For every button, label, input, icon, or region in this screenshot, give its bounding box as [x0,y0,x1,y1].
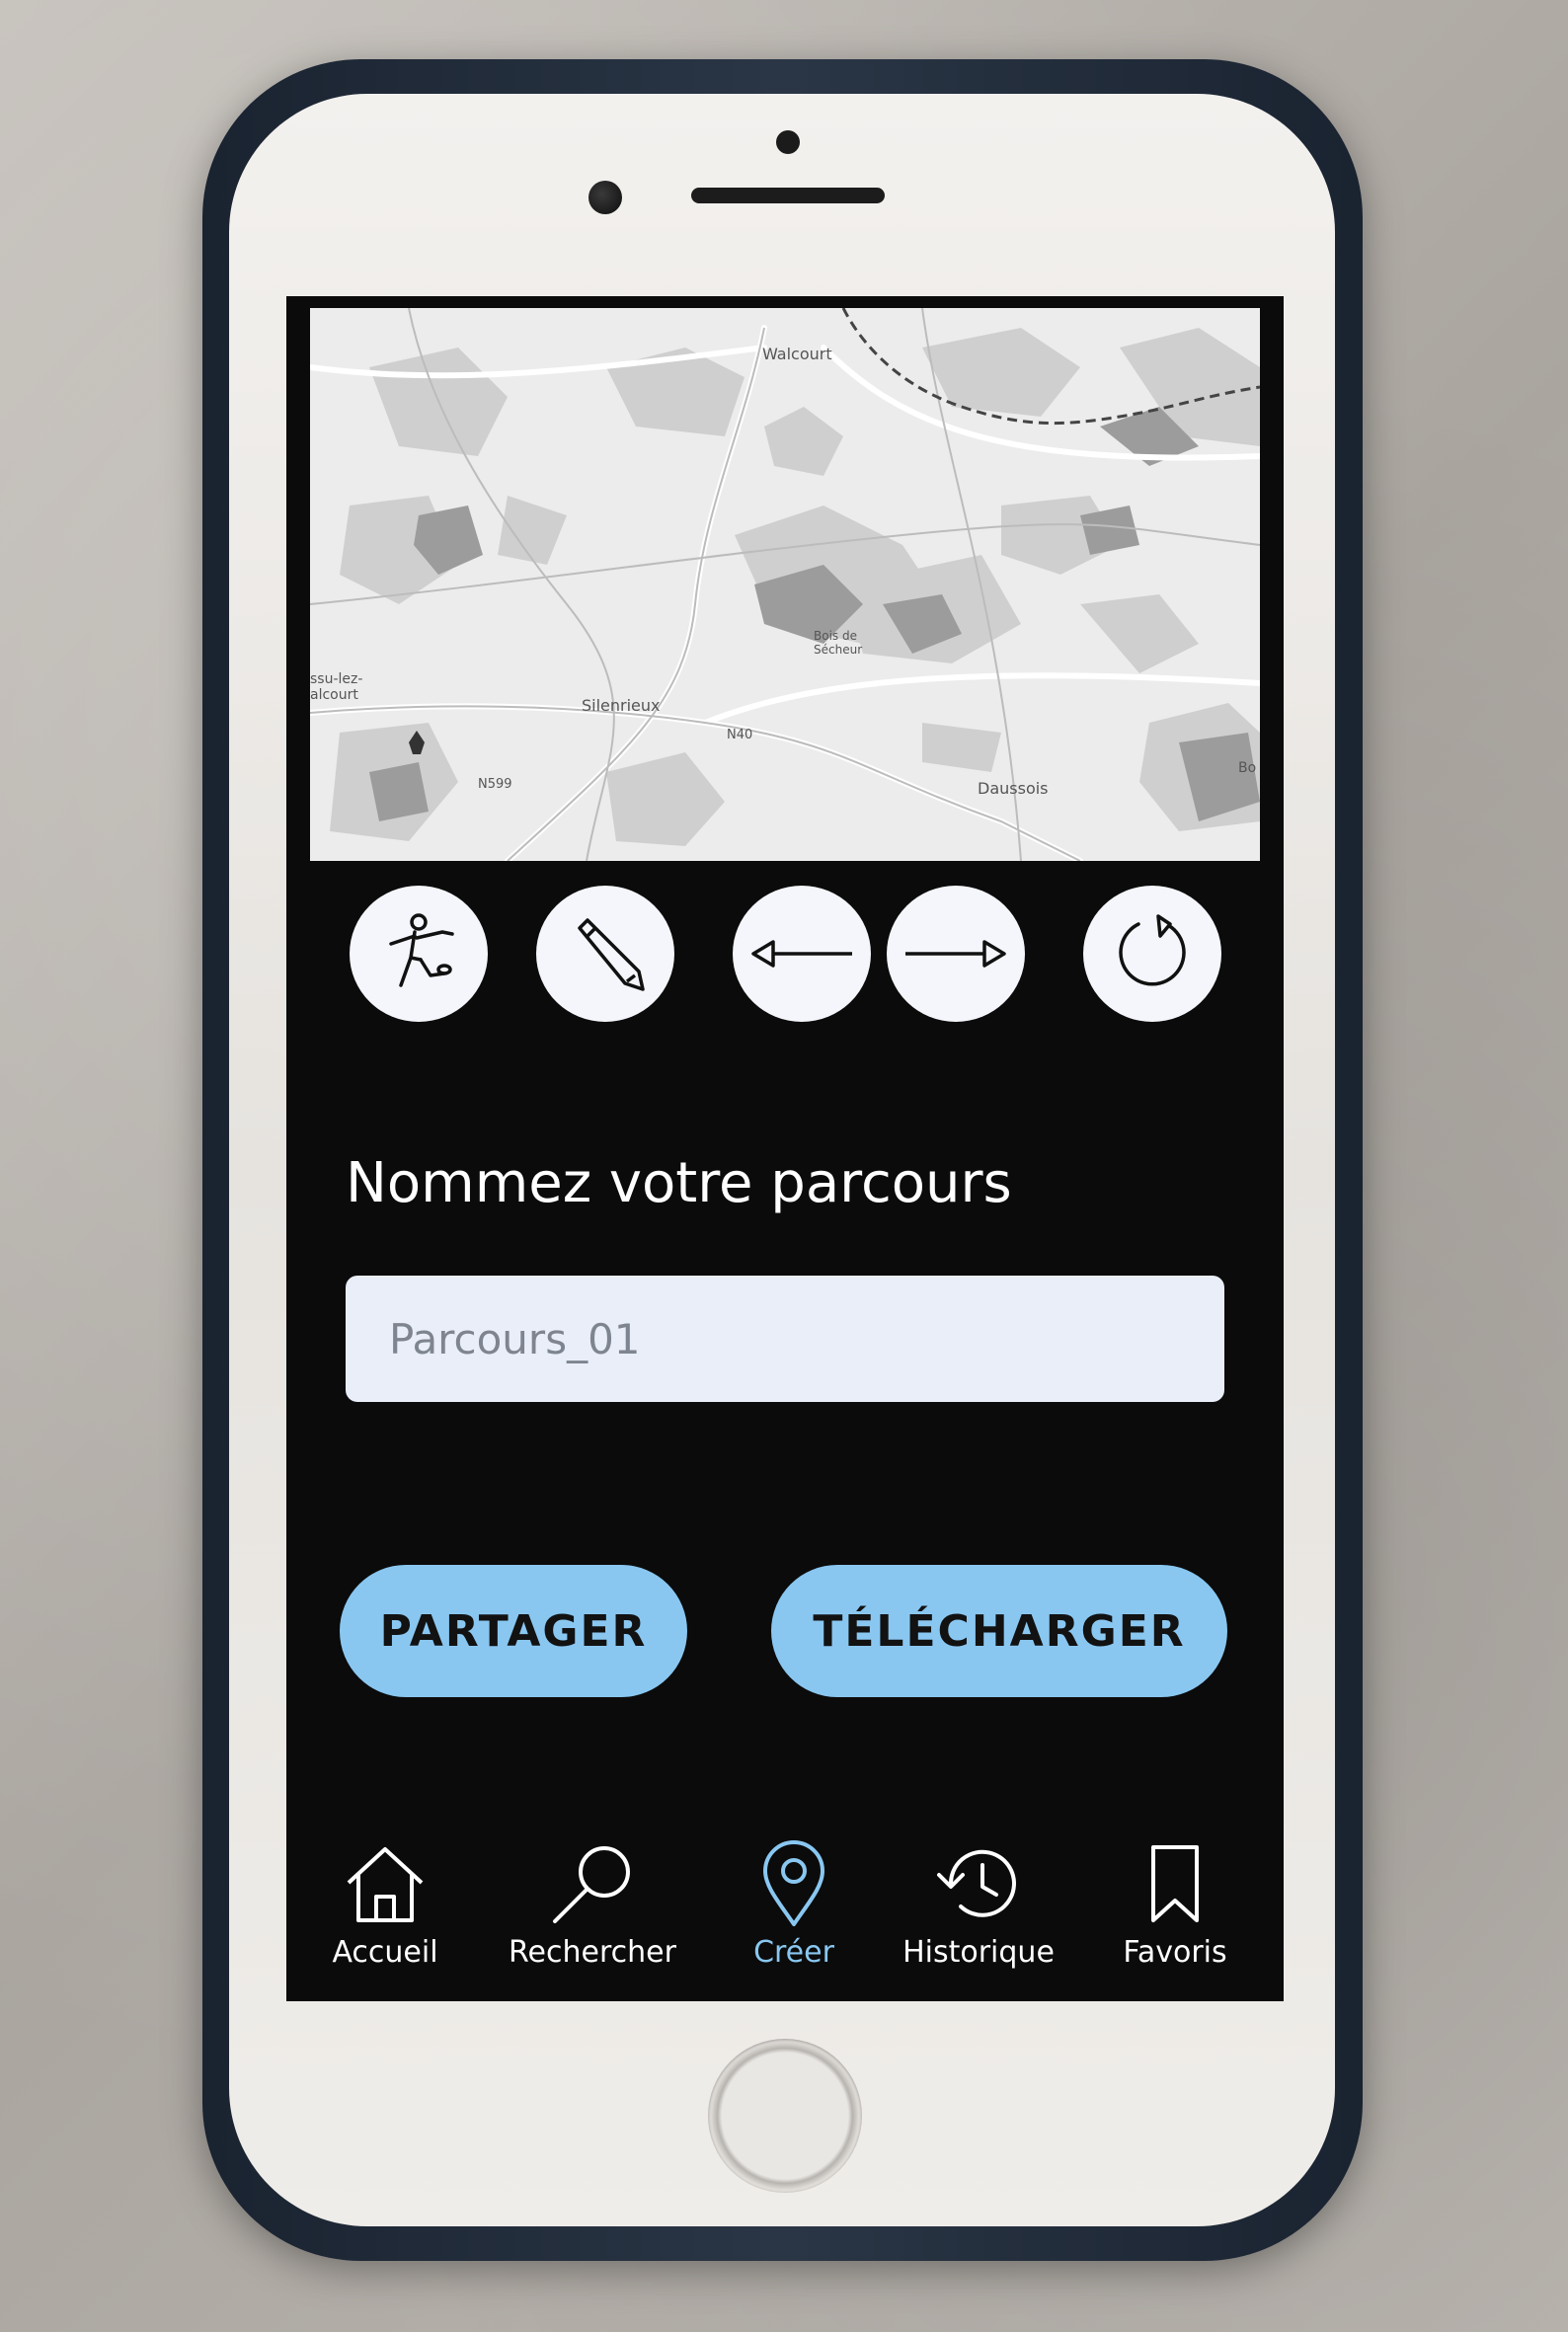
search-icon [553,1846,630,1923]
earpiece-speaker [691,188,885,203]
map-label-walcourt: Walcourt [762,345,832,363]
map-label-left-1: ssu-lez- [310,671,362,687]
share-button[interactable]: PARTAGER [340,1565,687,1697]
map-label-bois-2: Sécheur [814,643,862,657]
map-label-left-2: alcourt [310,687,358,703]
tab-label-accueil: Accueil [332,1935,438,1970]
map-label-n599: N599 [478,777,512,792]
tab-label-favoris: Favoris [1123,1935,1227,1970]
tab-label-historique: Historique [902,1935,1055,1970]
map-label-right-1: Bo [1238,760,1256,776]
tab-favoris[interactable]: Favoris [1076,1838,1274,1977]
route-name-input[interactable] [346,1276,1224,1402]
map-pin-icon [763,1840,824,1926]
map-label-n40: N40 [727,728,752,742]
tab-label-rechercher: Rechercher [509,1935,676,1970]
app-screen: Walcourt Silenrieux N40 N599 Daussois Bo… [286,296,1284,2001]
hiker-button[interactable] [350,886,488,1022]
arrow-right-icon [905,940,1006,968]
tab-historique[interactable]: Historique [880,1838,1077,1977]
proximity-sensor [776,130,800,154]
tab-label-creer: Créer [753,1935,834,1970]
tab-accueil[interactable]: Accueil [286,1838,484,1977]
download-button[interactable]: TÉLÉCHARGER [771,1565,1227,1697]
pencil-icon [578,918,645,991]
pencil-button[interactable] [536,886,674,1022]
map-label-silenrieux: Silenrieux [582,696,661,715]
undo-button[interactable] [733,886,871,1022]
redo-button[interactable] [887,886,1025,1022]
arrow-left-icon [751,940,852,968]
reset-button[interactable] [1083,886,1221,1022]
map-canvas: Walcourt Silenrieux N40 N599 Daussois Bo… [310,308,1260,861]
map-label-bois-1: Bois de [814,629,857,643]
tab-creer[interactable]: Créer [695,1838,893,1977]
home-button[interactable] [708,2039,862,2193]
home-icon [347,1847,424,1922]
history-icon [937,1849,1016,1917]
hiker-icon [389,913,454,987]
route-name-title: Nommez votre parcours [346,1151,1012,1215]
bookmark-icon [1151,1845,1199,1922]
tab-rechercher[interactable]: Rechercher [494,1838,691,1977]
refresh-icon [1119,914,1186,986]
front-camera [588,181,622,214]
map-label-daussois: Daussois [978,779,1049,798]
route-map[interactable]: Walcourt Silenrieux N40 N599 Daussois Bo… [310,308,1260,861]
